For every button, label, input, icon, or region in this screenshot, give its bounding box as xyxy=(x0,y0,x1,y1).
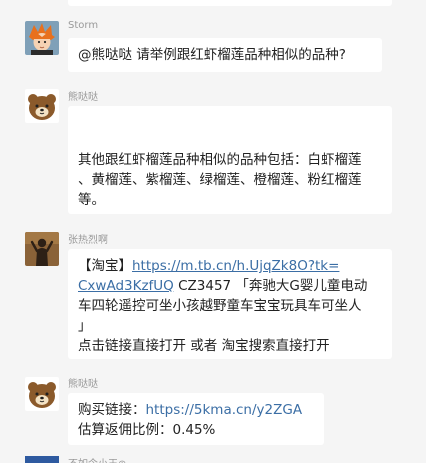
avatar-storm[interactable] xyxy=(25,21,59,55)
sender-name: 熊哒哒 xyxy=(68,92,98,103)
message-bubble: 购买链接：https://5kma.cn/y2ZGA 估算返佣比例：0.45% xyxy=(68,393,324,445)
message-line-3: 车四轮遥控可坐小孩越野童车宝宝玩具车可坐人 xyxy=(78,298,362,314)
brown-bear-avatar-icon xyxy=(25,89,59,123)
rebate-line: 估算返佣比例：0.45% xyxy=(78,422,216,438)
message-text: @熊哒哒 请举例跟红虾榴莲品种相似的品种? xyxy=(78,47,346,63)
buy-link-label: 购买链接： xyxy=(78,402,146,418)
buy-link[interactable]: https://5kma.cn/y2ZGA xyxy=(146,402,303,418)
buy-link-line: 购买链接：https://5kma.cn/y2ZGA xyxy=(78,400,314,420)
avatar-bear[interactable] xyxy=(25,377,59,411)
brown-bear-avatar-icon xyxy=(25,377,59,411)
message-line-4: 」 xyxy=(78,318,92,334)
chat-window: Storm @熊哒哒 请举例跟红虾榴莲品种相似的品种? 熊哒哒 其他跟红虾榴莲品… xyxy=(0,0,426,463)
previous-message-bubble xyxy=(68,0,392,6)
person-photo-avatar-icon xyxy=(25,232,59,266)
message-bubble: @熊哒哒 请举例跟红虾榴莲品种相似的品种? xyxy=(68,38,382,72)
taobao-link-part1[interactable]: https://m.tb.cn/h.UjqZk8O?tk= xyxy=(132,258,339,274)
product-code-text: CZ3457 「奔驰大G婴儿童电动 xyxy=(173,278,368,294)
taobao-prefix: 【淘宝】 xyxy=(78,258,132,274)
avatar-next-partial[interactable] xyxy=(25,456,59,463)
message-bubble: 【淘宝】https://m.tb.cn/h.UjqZk8O?tk= CxwAd3… xyxy=(68,249,392,359)
message-bubble: 其他跟红虾榴莲品种相似的品种包括：白虾榴莲 、黄榴莲、紫榴莲、绿榴莲、橙榴莲、粉… xyxy=(68,106,392,214)
sender-name: Storm xyxy=(68,20,99,31)
sender-name-partial: 不如今小王⊕ xyxy=(68,455,126,463)
message-text-line: 等。 xyxy=(78,192,105,208)
avatar-bear[interactable] xyxy=(25,89,59,123)
message-text-line: 其他跟红虾榴莲品种相似的品种包括：白虾榴莲 xyxy=(78,152,362,168)
avatar-user[interactable] xyxy=(25,232,59,266)
message-line-1: 【淘宝】https://m.tb.cn/h.UjqZk8O?tk= xyxy=(78,256,382,276)
sender-name: 熊哒哒 xyxy=(68,379,98,390)
message-line-5: 点击链接直接打开 或者 淘宝搜索直接打开 xyxy=(78,338,330,354)
anime-character-avatar-icon xyxy=(25,21,59,55)
message-line-2: CxwAd3KzfUQ CZ3457 「奔驰大G婴儿童电动 xyxy=(78,276,382,296)
sender-name: 张热烈啊 xyxy=(68,235,108,246)
message-text-line: 、黄榴莲、紫榴莲、绿榴莲、橙榴莲、粉红榴莲 xyxy=(78,172,362,188)
taobao-link-part2[interactable]: CxwAd3KzfUQ xyxy=(78,278,174,294)
